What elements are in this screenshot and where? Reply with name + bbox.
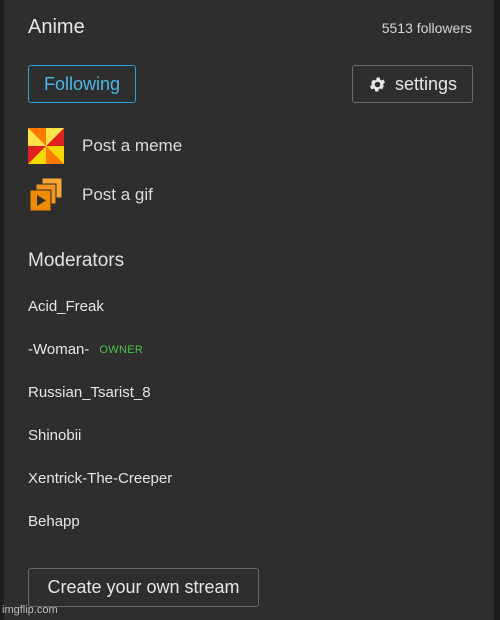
gif-play-icon [29,177,63,212]
pinwheel-meme-icon [28,128,64,164]
moderator-item[interactable]: -Woman- OWNER [28,338,172,381]
gear-icon [369,77,385,91]
settings-label: settings [394,73,458,94]
owner-badge: OWNER [99,344,144,356]
stream-panel: Anime 5513 followers Following settings … [4,0,494,620]
moderator-item[interactable]: Behapp [28,510,172,553]
moderator-name[interactable]: -Woman- [28,341,89,358]
moderator-name[interactable]: Behapp [28,513,80,530]
create-stream-button[interactable]: Create your own stream [28,568,259,607]
settings-button[interactable]: settings [352,65,473,103]
stream-title: Anime [28,16,85,38]
follower-count: 5513 followers [381,20,472,36]
watermark: imgflip.com [2,604,58,616]
moderator-item[interactable]: Russian_Tsarist_8 [28,381,172,424]
moderator-list: Acid_Freak -Woman- OWNER Russian_Tsarist… [28,295,172,553]
post-gif-label: Post a gif [82,185,153,204]
post-meme-row[interactable]: Post a meme [28,128,182,164]
moderator-name[interactable]: Acid_Freak [28,298,104,315]
moderators-heading: Moderators [28,250,125,271]
moderator-name[interactable]: Shinobii [28,427,81,444]
moderator-item[interactable]: Shinobii [28,424,172,467]
post-meme-label: Post a meme [82,136,183,155]
moderator-item[interactable]: Xentrick-The-Creeper [28,467,172,510]
post-gif-row[interactable]: Post a gif [28,177,153,213]
moderator-item[interactable]: Acid_Freak [28,295,172,338]
moderator-name[interactable]: Xentrick-The-Creeper [28,470,172,487]
following-button[interactable]: Following [28,65,136,103]
moderator-name[interactable]: Russian_Tsarist_8 [28,384,151,401]
